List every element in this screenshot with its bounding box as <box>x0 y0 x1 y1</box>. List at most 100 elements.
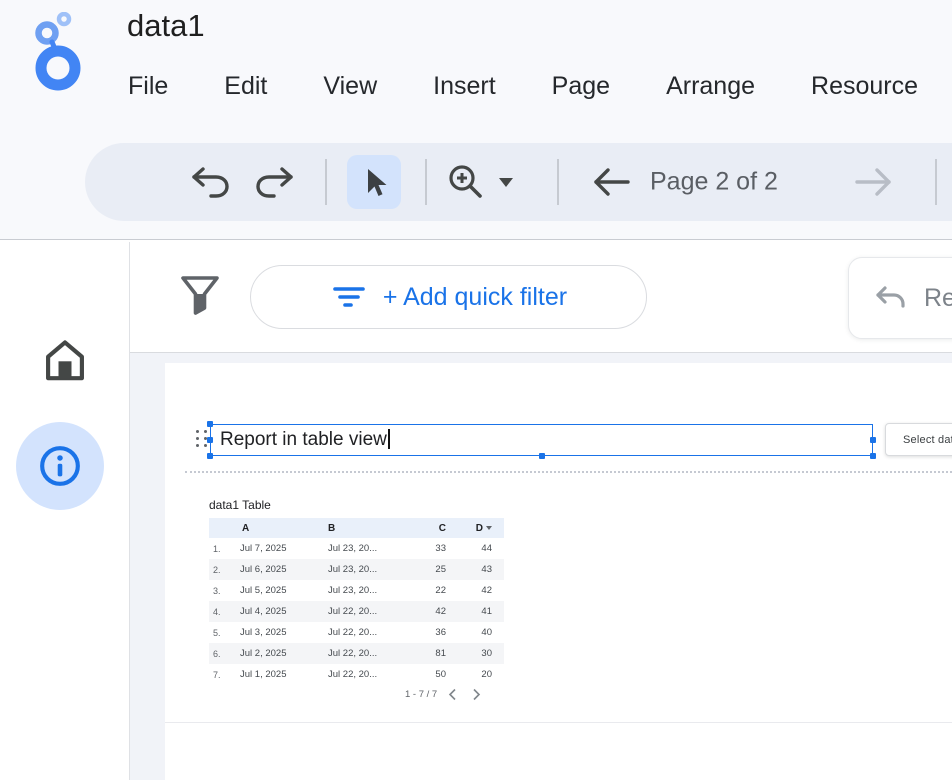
selection-handle-mid-left[interactable] <box>207 437 213 443</box>
table-cell: Jul 22, 20... <box>325 669 417 680</box>
redo-button[interactable] <box>255 162 297 202</box>
select-date-range-button[interactable]: Select date range <box>885 423 952 456</box>
info-icon <box>37 443 83 489</box>
table-cell: Jul 23, 20... <box>325 564 417 575</box>
text-caret <box>388 429 390 449</box>
selection-handle-bottom-right[interactable] <box>870 453 876 459</box>
table-cell: Jul 3, 2025 <box>237 627 325 638</box>
menu-resource[interactable]: Resource <box>811 72 918 101</box>
toolbar-divider <box>325 159 327 205</box>
table-cell: 42 <box>417 606 446 617</box>
reset-undo-icon <box>873 283 909 313</box>
report-canvas[interactable]: Report in table view Select date range d… <box>130 353 952 780</box>
table-cell: 2. <box>209 565 237 575</box>
table-cell: 1. <box>209 544 237 554</box>
reset-label: Reset <box>924 284 952 313</box>
menu-edit[interactable]: Edit <box>224 72 267 101</box>
table-row: 1.Jul 7, 2025Jul 23, 20...3344 <box>209 538 504 559</box>
table-cell: Jul 4, 2025 <box>237 606 325 617</box>
menu-file[interactable]: File <box>128 72 168 101</box>
looker-studio-editor: data1 File Edit View Insert Page Arrange… <box>0 0 952 780</box>
textbox-text[interactable]: Report in table view <box>211 425 872 454</box>
table-cell: 44 <box>446 543 492 554</box>
toolbar-divider <box>425 159 427 205</box>
report-page[interactable]: Report in table view Select date range d… <box>165 363 952 780</box>
table-cell: 30 <box>446 648 492 659</box>
table-row: 3.Jul 5, 2025Jul 23, 20...2242 <box>209 580 504 601</box>
table-cell: Jul 2, 2025 <box>237 648 325 659</box>
reset-button[interactable]: Reset <box>848 257 952 339</box>
sidebar-item-home[interactable] <box>37 332 93 388</box>
menu-insert[interactable]: Insert <box>433 72 496 101</box>
undo-icon <box>188 162 230 202</box>
column-header-b[interactable]: B <box>325 523 417 534</box>
page-bottom-boundary <box>165 722 952 723</box>
selection-handle-top-left[interactable] <box>207 421 213 427</box>
table-cell: Jul 23, 20... <box>325 585 417 596</box>
table-cell: 43 <box>446 564 492 575</box>
table-cell: 40 <box>446 627 492 638</box>
table-cell: 20 <box>446 669 492 680</box>
table-cell: Jul 22, 20... <box>325 606 417 617</box>
add-quick-filter-button[interactable]: + Add quick filter <box>250 265 647 329</box>
select-tool-button[interactable] <box>347 155 401 209</box>
table-pagination: 1 - 7 / 7 <box>209 685 504 705</box>
table-body: 1.Jul 7, 2025Jul 23, 20...33442.Jul 6, 2… <box>209 538 504 685</box>
next-page-button[interactable] <box>853 166 895 198</box>
table-cell: 50 <box>417 669 446 680</box>
page-indicator: Page 2 of 2 <box>650 168 778 197</box>
column-header-a[interactable]: A <box>237 523 325 534</box>
table-cell: 41 <box>446 606 492 617</box>
menu-arrange[interactable]: Arrange <box>666 72 755 101</box>
table-row: 7.Jul 1, 2025Jul 22, 20...5020 <box>209 664 504 685</box>
report-title[interactable]: data1 <box>127 8 205 44</box>
toolbar-divider <box>935 159 937 205</box>
table-cell: 81 <box>417 648 446 659</box>
menu-page[interactable]: Page <box>552 72 610 101</box>
table-cell: 42 <box>446 585 492 596</box>
zoom-dropdown-caret-icon <box>499 178 513 187</box>
textbox-component[interactable]: Report in table view <box>210 424 873 456</box>
table-cell: 36 <box>417 627 446 638</box>
selection-handle-mid-right[interactable] <box>870 437 876 443</box>
column-header-c[interactable]: C <box>417 523 446 534</box>
menu-bar: File Edit View Insert Page Arrange Resou… <box>128 72 918 101</box>
cursor-select-icon <box>359 166 389 198</box>
table-cell: Jul 22, 20... <box>325 627 417 638</box>
alignment-guide <box>185 471 952 473</box>
zoom-tool-button[interactable] <box>445 161 513 203</box>
arrow-left-icon <box>590 166 632 198</box>
filter-bar: + Add quick filter Reset <box>0 241 952 353</box>
table-title: data1 Table <box>209 498 504 512</box>
table-component[interactable]: data1 Table A B C D 1.Jul 7, 2025Jul 23,… <box>209 498 504 705</box>
menu-view[interactable]: View <box>323 72 377 101</box>
table-row: 2.Jul 6, 2025Jul 23, 20...2543 <box>209 559 504 580</box>
table-row: 5.Jul 3, 2025Jul 22, 20...3640 <box>209 622 504 643</box>
column-header-d[interactable]: D <box>446 523 492 534</box>
toolbar: Page 2 of 2 <box>85 143 952 221</box>
pagination-prev-icon[interactable] <box>448 688 457 701</box>
left-sidebar <box>0 242 130 780</box>
arrow-right-icon <box>853 166 895 198</box>
table-cell: 33 <box>417 543 446 554</box>
table-cell: Jul 7, 2025 <box>237 543 325 554</box>
table-cell: 6. <box>209 649 237 659</box>
selection-handle-bottom-left[interactable] <box>207 453 213 459</box>
pagination-next-icon[interactable] <box>472 688 481 701</box>
sort-desc-icon <box>486 526 492 530</box>
table-cell: Jul 6, 2025 <box>237 564 325 575</box>
table-cell: 25 <box>417 564 446 575</box>
redo-icon <box>255 162 297 202</box>
sidebar-item-info[interactable] <box>16 422 104 510</box>
table-cell: Jul 5, 2025 <box>237 585 325 596</box>
undo-button[interactable] <box>188 162 230 202</box>
table-cell: 4. <box>209 607 237 617</box>
table-cell: 7. <box>209 670 237 680</box>
table-row: 6.Jul 2, 2025Jul 22, 20...8130 <box>209 643 504 664</box>
app-header: data1 File Edit View Insert Page Arrange… <box>0 0 952 240</box>
previous-page-button[interactable] <box>590 166 632 198</box>
table-cell: Jul 22, 20... <box>325 648 417 659</box>
table-cell: Jul 1, 2025 <box>237 669 325 680</box>
looker-studio-logo-icon[interactable] <box>26 12 94 92</box>
selection-handle-bottom-center[interactable] <box>539 453 545 459</box>
